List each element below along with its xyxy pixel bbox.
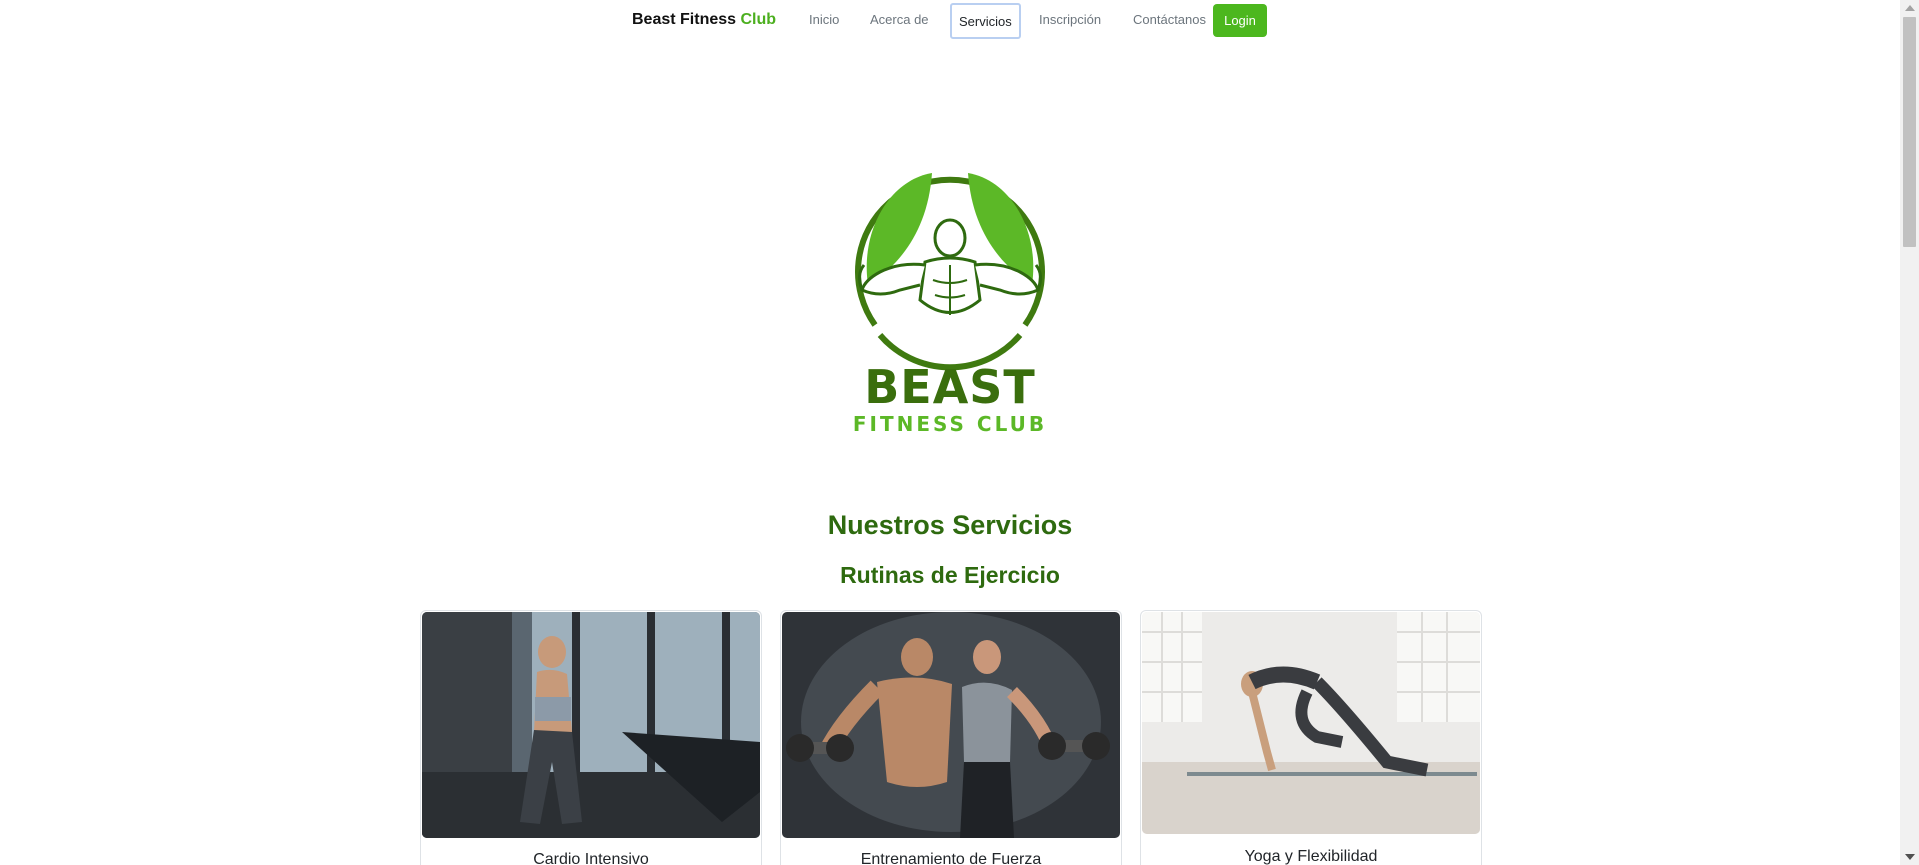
- service-card-strength[interactable]: Entrenamiento de Fuerza: [780, 610, 1122, 865]
- service-card-title: Yoga y Flexibilidad: [1244, 848, 1378, 865]
- login-button[interactable]: Login: [1213, 4, 1267, 37]
- service-card-title: Cardio Intensivo: [533, 851, 649, 865]
- logo-title: BEAST: [864, 360, 1036, 414]
- brand-accent: Club: [740, 11, 777, 28]
- top-navbar: Beast Fitness Club Inicio Acerca de Serv…: [0, 0, 1900, 42]
- logo-subtitle: FITNESS CLUB: [852, 412, 1048, 436]
- scroll-up-icon[interactable]: [1905, 5, 1915, 11]
- yoga-image: [1142, 612, 1480, 834]
- routines-subheading: Rutinas de Ejercicio: [840, 562, 1060, 588]
- nav-link-servicios[interactable]: Servicios: [950, 3, 1021, 39]
- brand-name: Beast Fitness: [632, 11, 737, 28]
- service-card-cardio[interactable]: Cardio Intensivo: [420, 610, 762, 865]
- page-scrollbar[interactable]: [1900, 0, 1919, 865]
- nav-link-contactanos[interactable]: Contáctanos: [1133, 12, 1206, 27]
- strength-image: [782, 612, 1120, 838]
- service-card-yoga[interactable]: Yoga y Flexibilidad: [1140, 610, 1482, 865]
- beast-fitness-logo: BEAST FITNESS CLUB: [820, 150, 1080, 440]
- services-heading: Nuestros Servicios: [827, 510, 1073, 540]
- nav-link-inscripcion[interactable]: Inscripción: [1039, 12, 1101, 27]
- nav-link-acerca-de[interactable]: Acerca de: [870, 12, 929, 27]
- nav-link-inicio[interactable]: Inicio: [809, 12, 839, 27]
- service-card-title: Entrenamiento de Fuerza: [860, 851, 1042, 865]
- scroll-down-icon[interactable]: [1905, 854, 1915, 860]
- scroll-thumb[interactable]: [1903, 17, 1916, 247]
- cardio-image: [422, 612, 760, 838]
- brand-logo-link[interactable]: Beast Fitness Club: [632, 11, 776, 29]
